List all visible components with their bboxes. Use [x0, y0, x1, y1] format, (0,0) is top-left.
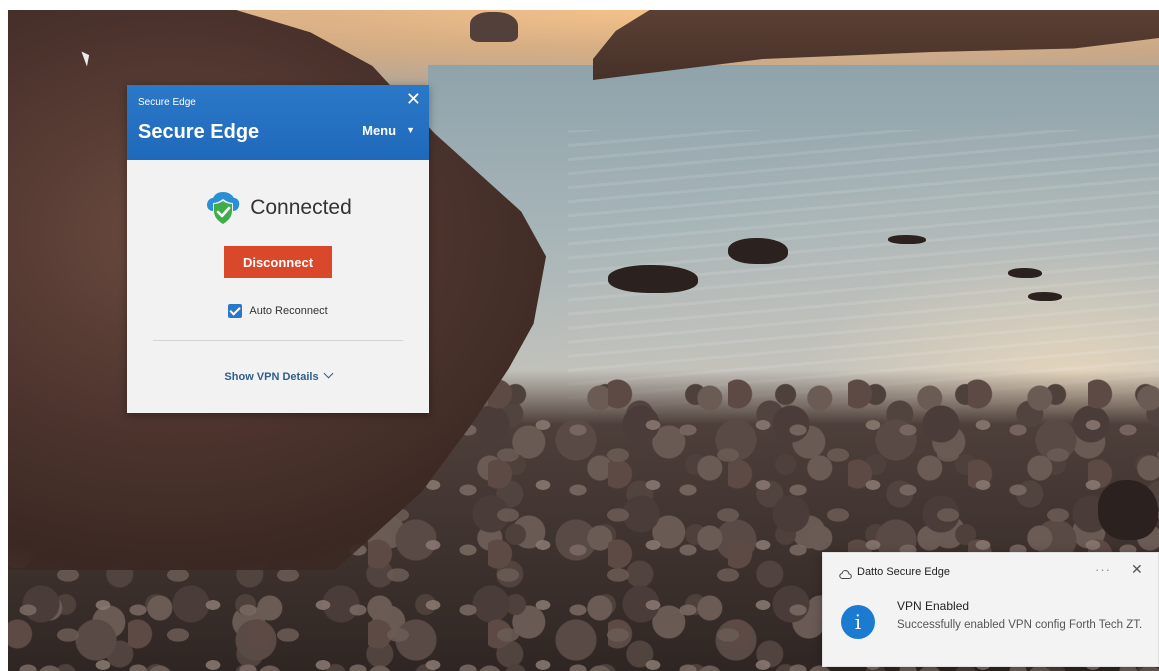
divider [153, 340, 403, 341]
chevron-down-icon: ▼ [406, 125, 415, 135]
app-title: Secure Edge [138, 121, 260, 143]
close-icon[interactable]: ✕ [406, 90, 421, 108]
cloud-icon [839, 567, 852, 585]
auto-reconnect-checkbox[interactable] [228, 304, 243, 318]
window-header: Secure Edge ✕ Secure Edge Menu ▼ [127, 85, 429, 160]
wallpaper-rock [608, 265, 698, 293]
show-vpn-details-label: Show VPN Details [224, 371, 319, 383]
menu-label: Menu [362, 123, 397, 138]
notification-body: Successfully enabled VPN config Forth Te… [897, 619, 1143, 631]
shield-check-icon [204, 189, 242, 227]
more-options-icon[interactable]: ··· [1095, 562, 1111, 577]
chevron-down-icon [323, 368, 334, 379]
notification-app-name: Datto Secure Edge [857, 566, 950, 578]
notification-title: VPN Enabled [897, 599, 970, 613]
menu-button[interactable]: Menu ▼ [362, 123, 415, 138]
wallpaper-rock [1028, 292, 1062, 301]
wallpaper-rock [728, 238, 788, 264]
status-text: Connected [250, 196, 352, 219]
wallpaper-rock [888, 235, 926, 244]
close-icon[interactable]: ✕ [1131, 561, 1143, 578]
connection-status: Connected [127, 189, 429, 227]
window-caption: Secure Edge [138, 97, 196, 108]
auto-reconnect-label: Auto Reconnect [249, 305, 328, 317]
wallpaper-sea-stack [470, 12, 518, 42]
info-icon: i [841, 605, 875, 639]
show-vpn-details-toggle[interactable]: Show VPN Details [127, 368, 429, 383]
wallpaper-rock [1098, 480, 1158, 540]
secure-edge-window: Secure Edge ✕ Secure Edge Menu ▼ Connecte… [127, 85, 429, 413]
vpn-notification-toast[interactable]: Datto Secure Edge ··· ✕ i VPN Enabled Su… [822, 552, 1159, 667]
disconnect-button[interactable]: Disconnect [224, 246, 332, 278]
auto-reconnect-option: Auto Reconnect [127, 304, 429, 318]
wallpaper-rock [1008, 268, 1042, 278]
